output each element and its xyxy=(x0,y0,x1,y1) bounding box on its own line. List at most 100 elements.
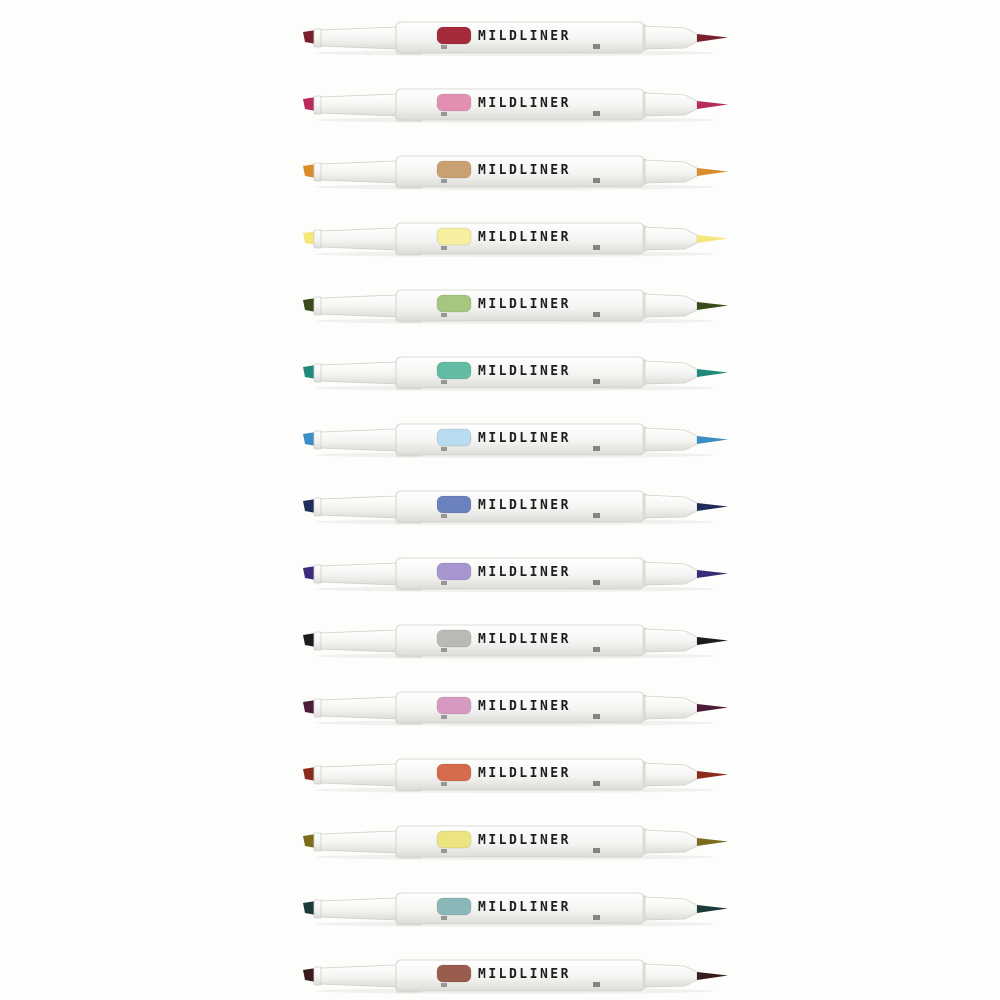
cap-indicator-mark xyxy=(593,714,600,719)
color-swatch xyxy=(436,696,472,715)
cap-indicator-mark xyxy=(593,848,600,853)
marker-pen: MILDLINER xyxy=(300,822,735,862)
cap-indicator-mark xyxy=(593,513,600,518)
color-swatch xyxy=(436,763,472,782)
cap-left xyxy=(320,294,397,318)
brand-name-text: MILDLINER xyxy=(478,967,571,982)
fine-tip xyxy=(697,302,728,310)
marker-pen-drawing: MILDLINER xyxy=(303,155,728,190)
marker-pen-drawing: MILDLINER xyxy=(303,356,728,391)
color-swatch xyxy=(436,93,472,112)
marker-pen-drawing: MILDLINER xyxy=(303,758,728,793)
barcode-mark xyxy=(441,782,447,786)
barcode-mark xyxy=(441,447,447,451)
barcode-mark xyxy=(441,179,447,183)
cap-right xyxy=(644,226,698,251)
cap-right xyxy=(644,360,698,385)
cap-indicator-mark xyxy=(593,580,600,585)
cap-left xyxy=(320,830,397,854)
brand-name-text: MILDLINER xyxy=(478,230,571,245)
cap-right xyxy=(644,829,698,854)
cap-left xyxy=(320,160,397,184)
brand-name-text: MILDLINER xyxy=(478,833,571,848)
color-swatch xyxy=(436,227,472,246)
color-swatch xyxy=(436,897,472,916)
cap-indicator-mark xyxy=(593,44,600,49)
marker-pen-drawing: MILDLINER xyxy=(303,289,728,324)
marker-pen: MILDLINER xyxy=(300,621,735,661)
fine-tip xyxy=(697,905,728,913)
cap-right xyxy=(644,159,698,184)
fine-tip xyxy=(697,34,728,42)
cap-left xyxy=(320,26,397,50)
fine-tip xyxy=(697,570,728,578)
brand-name-text: MILDLINER xyxy=(478,96,571,111)
cap-left xyxy=(320,428,397,452)
marker-pen: MILDLINER xyxy=(300,487,735,527)
marker-pen: MILDLINER xyxy=(300,353,735,393)
brand-name-text: MILDLINER xyxy=(478,699,571,714)
color-swatch xyxy=(436,294,472,313)
color-swatch xyxy=(436,964,472,983)
marker-pen-drawing: MILDLINER xyxy=(303,691,728,726)
fine-tip xyxy=(697,168,728,176)
barcode-mark xyxy=(441,313,447,317)
brand-name-text: MILDLINER xyxy=(478,632,571,647)
fine-tip xyxy=(697,771,728,779)
barcode-mark xyxy=(441,45,447,49)
marker-pen-drawing: MILDLINER xyxy=(303,21,728,56)
cap-right xyxy=(644,762,698,787)
marker-pen-drawing: MILDLINER xyxy=(303,959,728,994)
color-swatch xyxy=(436,830,472,849)
cap-indicator-mark xyxy=(593,647,600,652)
color-swatch xyxy=(436,562,472,581)
barcode-mark xyxy=(441,916,447,920)
marker-pen-drawing: MILDLINER xyxy=(303,88,728,123)
cap-left xyxy=(320,629,397,653)
marker-pen: MILDLINER xyxy=(300,152,735,192)
cap-right xyxy=(644,561,698,586)
marker-pen: MILDLINER xyxy=(300,688,735,728)
barcode-mark xyxy=(441,581,447,585)
barcode-mark xyxy=(441,246,447,250)
cap-left xyxy=(320,964,397,988)
barcode-mark xyxy=(441,715,447,719)
fine-tip xyxy=(697,637,728,645)
marker-pen: MILDLINER xyxy=(300,85,735,125)
fine-tip xyxy=(697,436,728,444)
marker-pen-drawing: MILDLINER xyxy=(303,557,728,592)
barcode-mark xyxy=(441,983,447,987)
marker-pen: MILDLINER xyxy=(300,18,735,58)
barcode-mark xyxy=(441,648,447,652)
cap-indicator-mark xyxy=(593,781,600,786)
marker-set-photo: MILDLINER MILDLINER MILDLINER MILDLINER MILD… xyxy=(0,0,1000,1000)
cap-left xyxy=(320,562,397,586)
cap-right xyxy=(644,695,698,720)
color-swatch xyxy=(436,361,472,380)
cap-right xyxy=(644,494,698,519)
marker-pen-drawing: MILDLINER xyxy=(303,423,728,458)
fine-tip xyxy=(697,369,728,377)
cap-left xyxy=(320,696,397,720)
marker-pen-drawing: MILDLINER xyxy=(303,825,728,860)
marker-pen: MILDLINER xyxy=(300,956,735,996)
color-swatch xyxy=(436,26,472,45)
cap-left xyxy=(320,763,397,787)
color-swatch xyxy=(436,160,472,179)
cap-left xyxy=(320,897,397,921)
barcode-mark xyxy=(441,380,447,384)
color-swatch xyxy=(436,495,472,514)
marker-pen: MILDLINER xyxy=(300,219,735,259)
marker-pen-drawing: MILDLINER xyxy=(303,624,728,659)
cap-indicator-mark xyxy=(593,446,600,451)
cap-right xyxy=(644,963,698,988)
cap-left xyxy=(320,495,397,519)
cap-indicator-mark xyxy=(593,178,600,183)
cap-left xyxy=(320,361,397,385)
brand-name-text: MILDLINER xyxy=(478,766,571,781)
cap-right xyxy=(644,896,698,921)
marker-pen-drawing: MILDLINER xyxy=(303,892,728,927)
cap-left xyxy=(320,93,397,117)
cap-right xyxy=(644,293,698,318)
cap-indicator-mark xyxy=(593,111,600,116)
